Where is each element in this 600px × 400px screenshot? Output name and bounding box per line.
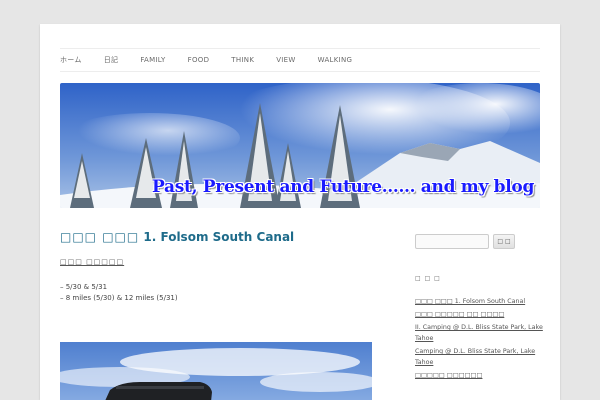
sidebar: □ □ □ □ □ □□□ □□□ 1. Folsom South Canal … bbox=[415, 234, 545, 383]
nav-item-walking[interactable]: WALKING bbox=[318, 56, 353, 64]
site-title[interactable]: Past, Present and Future…… and my blog bbox=[152, 177, 534, 197]
post-article: □□□ □□□ 1. Folsom South Canal □□□ □□□□□ … bbox=[60, 230, 372, 304]
recent-posts-list: □□□ □□□ 1. Folsom South Canal □□□ □□□□□ … bbox=[415, 296, 545, 381]
page-container: ホーム 日記 FAMILY FOOD THINK VIEW WALKING Pa… bbox=[40, 24, 560, 400]
recent-post-item[interactable]: □□□ □□□ 1. Folsom South Canal bbox=[415, 296, 545, 307]
post-photo[interactable] bbox=[60, 342, 372, 400]
post-title-prefix: □□□ □□□ bbox=[60, 230, 140, 244]
main-navigation: ホーム 日記 FAMILY FOOD THINK VIEW WALKING bbox=[60, 48, 540, 72]
search-form: □ □ bbox=[415, 234, 545, 249]
post-body: – 5/30 & 5/31 – 8 miles (5/30) & 12 mile… bbox=[60, 282, 372, 304]
car-sky-photo bbox=[60, 342, 372, 400]
nav-item-think[interactable]: THINK bbox=[231, 56, 254, 64]
nav-item-food[interactable]: FOOD bbox=[188, 56, 210, 64]
post-title-main: 1. Folsom South Canal bbox=[143, 230, 295, 244]
nav-item-diary[interactable]: 日記 bbox=[104, 55, 119, 65]
nav-item-family[interactable]: FAMILY bbox=[140, 56, 165, 64]
post-line-dates: – 5/30 & 5/31 bbox=[60, 283, 108, 291]
recent-post-item[interactable]: Camping @ D.L. Bliss State Park, Lake Ta… bbox=[415, 346, 545, 368]
header-banner-image[interactable]: Past, Present and Future…… and my blog bbox=[60, 83, 540, 208]
post-line-distance: – 8 miles (5/30) & 12 miles (5/31) bbox=[60, 294, 178, 302]
recent-post-item[interactable]: □□□ □□□□□ □□ □□□□ bbox=[415, 309, 545, 320]
nav-item-home[interactable]: ホーム bbox=[60, 55, 82, 65]
search-input[interactable] bbox=[415, 234, 489, 249]
post-title[interactable]: □□□ □□□ 1. Folsom South Canal bbox=[60, 230, 372, 244]
post-category-link[interactable]: □□□ □□□□□ bbox=[60, 258, 124, 266]
nav-item-view[interactable]: VIEW bbox=[276, 56, 295, 64]
recent-post-item[interactable]: II. Camping @ D.L. Bliss State Park, Lak… bbox=[415, 322, 545, 344]
recent-post-item[interactable]: □□□□□ □□□□□□ bbox=[415, 370, 545, 381]
recent-posts-title: □ □ □ bbox=[415, 275, 441, 282]
search-button[interactable]: □ □ bbox=[493, 234, 515, 249]
